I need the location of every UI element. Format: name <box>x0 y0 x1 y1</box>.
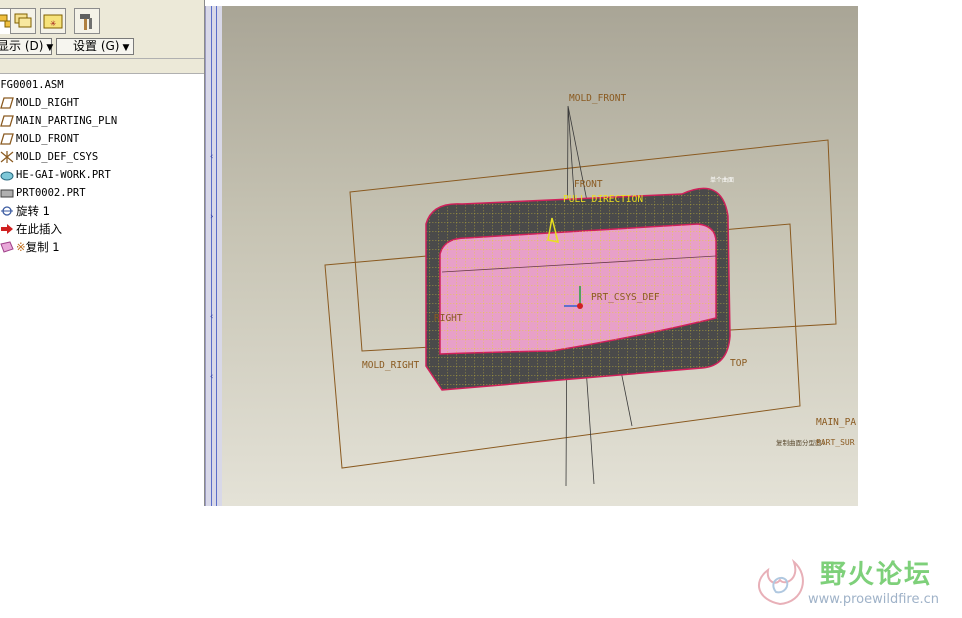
tools-tab[interactable] <box>74 8 100 34</box>
csys-origin <box>577 303 583 309</box>
insert-here-arrow-icon <box>1 224 13 234</box>
revolve-icon <box>1 206 13 216</box>
model-scene: MOLD_FRONT FRONT PRT_CSYS_DEF RIGHT MOLD… <box>324 93 856 487</box>
right-label: RIGHT <box>434 313 463 324</box>
pull-direction-label: PULL DIRECTION <box>563 194 643 205</box>
settings-menu-button[interactable]: 设置 (G) ▼ <box>56 38 134 55</box>
tree-item-label: HE-GAI-WORK.PRT <box>16 169 111 181</box>
favorites-folder-icon: ✳ <box>43 14 63 29</box>
svg-text:✳: ✳ <box>50 18 56 29</box>
hammer-wrench-icon <box>80 14 92 30</box>
tree-item-label: MAIN_PARTING_PLN <box>16 115 118 127</box>
show-menu-label: 显示 (D) <box>0 39 44 53</box>
graphics-viewport[interactable]: MOLD_FRONT FRONT PRT_CSYS_DEF RIGHT MOLD… <box>222 6 858 506</box>
tree-item-label: MFG0001.ASM <box>0 79 64 91</box>
part-surface-label: PART_SUR <box>816 438 855 447</box>
tree-item-workpiece[interactable]: HE-GAI-WORK.PRT <box>0 166 204 184</box>
tree-item-mold-def-csys[interactable]: MOLD_DEF_CSYS <box>0 148 204 166</box>
collapse-arrow-icon[interactable]: ‹ <box>209 152 217 162</box>
datum-plane-icon <box>0 115 14 127</box>
tree-item-main-parting-pln[interactable]: MAIN_PARTING_PLN <box>0 112 204 130</box>
tree-column-header <box>0 58 204 74</box>
top-label: TOP <box>730 358 747 369</box>
workpiece-icon <box>0 171 14 181</box>
forum-watermark: 野火论坛 www.proewildfire.cn <box>750 552 960 614</box>
front-label: FRONT <box>574 179 603 190</box>
favorites-tab[interactable]: ✳ <box>40 8 66 34</box>
mold-front-label: MOLD_FRONT <box>569 93 626 104</box>
copy-surface-icon <box>0 241 14 253</box>
tree-item-revolve[interactable]: 旋转 1 <box>0 202 204 220</box>
tree-item-label: MOLD_DEF_CSYS <box>16 151 99 163</box>
collapse-arrow-icon[interactable]: ‹ <box>209 312 217 322</box>
navigator-toolbar: ✳ <box>0 0 204 36</box>
tree-item-text: 复制 1 <box>25 240 60 254</box>
tree-item-reference-part[interactable]: PRT0002.PRT <box>0 184 204 202</box>
tree-item-assembly[interactable]: MFG0001.ASM <box>0 76 204 94</box>
mold-right-label: MOLD_RIGHT <box>362 360 419 371</box>
splitter-line <box>216 6 217 506</box>
datum-plane-icon <box>0 97 14 109</box>
datum-plane-icon <box>0 133 14 145</box>
tree-item-label: 在此插入 <box>16 222 62 236</box>
collapse-arrow-icon[interactable]: ‹ <box>209 372 217 382</box>
fire-logo-icon <box>757 558 804 606</box>
single-surface-note: 单个曲面 <box>710 176 734 184</box>
prt-csys-label: PRT_CSYS_DEF <box>591 292 660 303</box>
dropdown-arrow-icon: ▼ <box>46 43 54 53</box>
tree-item-insert-here[interactable]: 在此插入 <box>0 220 204 238</box>
model-tree-panel: ✳ 显示 (D) ▼ 设置 (G) ▼ MFG0001.ASM MOLD_RIGHT <box>0 0 205 506</box>
tree-item-label: 旋转 1 <box>16 204 50 218</box>
layers-tab[interactable] <box>10 8 36 34</box>
tree-item-copy[interactable]: ※复制 1 <box>0 238 204 256</box>
show-menu-button[interactable]: 显示 (D) ▼ <box>0 38 54 55</box>
panel-splitter[interactable]: ‹ › ‹ ‹ <box>205 6 222 506</box>
tree-menu-row: 显示 (D) ▼ 设置 (G) ▼ <box>0 36 204 58</box>
coordinate-system-icon <box>0 151 14 163</box>
tree-item-label: MOLD_RIGHT <box>16 97 80 109</box>
tree-item-label: ※复制 1 <box>16 240 60 254</box>
dropdown-arrow-icon: ▼ <box>122 43 130 53</box>
watermark-title: 野火论坛 <box>820 560 933 590</box>
tree-item-label: PRT0002.PRT <box>16 187 86 199</box>
part-icon <box>0 189 14 198</box>
tree-item-mold-right[interactable]: MOLD_RIGHT <box>0 94 204 112</box>
watermark-url: www.proewildfire.cn <box>808 592 939 607</box>
tree-item-mold-front[interactable]: MOLD_FRONT <box>0 130 204 148</box>
settings-menu-label: 设置 (G) <box>73 39 120 53</box>
splitter-line <box>211 6 212 506</box>
tree-item-label: MOLD_FRONT <box>16 133 80 145</box>
main-parting-label: MAIN_PA <box>816 417 856 428</box>
expand-arrow-icon[interactable]: › <box>209 212 217 222</box>
layers-icon <box>14 13 32 28</box>
